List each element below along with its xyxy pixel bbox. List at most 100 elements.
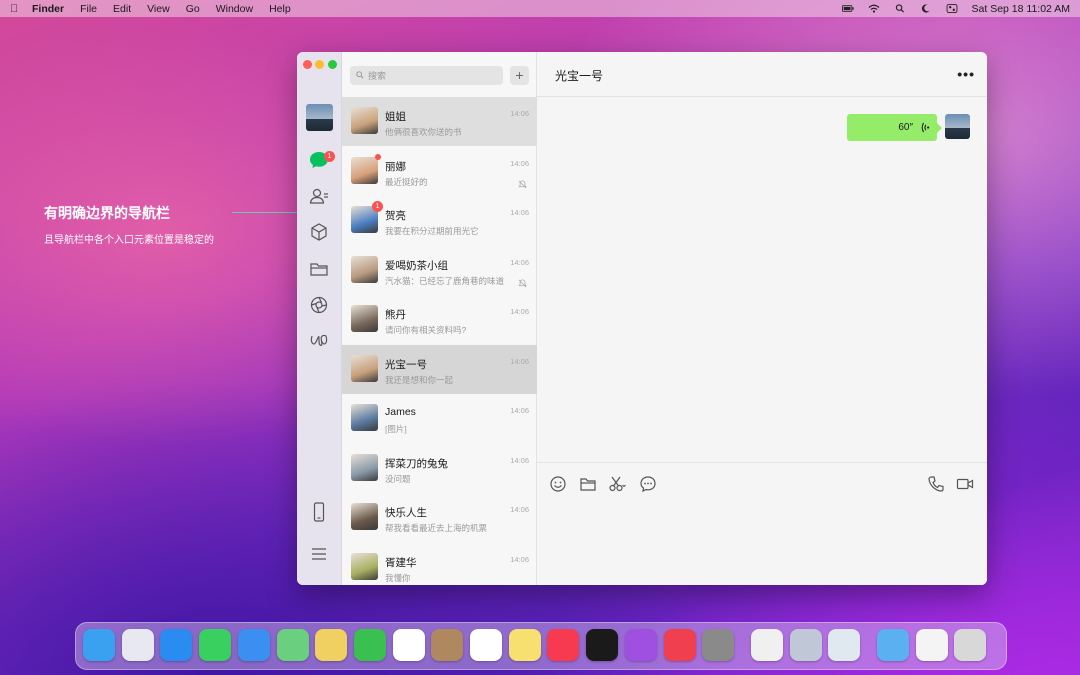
spotlight-search-icon[interactable]	[894, 4, 906, 13]
voice-message-bubble[interactable]: 60″	[847, 114, 937, 141]
facetime-icon[interactable]	[353, 629, 386, 661]
contacts-icon[interactable]	[308, 186, 330, 206]
conversation-name: 贺亮	[385, 210, 406, 222]
conversation-preview: 我懂你	[385, 572, 411, 583]
menu-clock[interactable]: Sat Sep 18 11:02 AM	[972, 3, 1070, 15]
blank-app-icon[interactable]	[828, 629, 861, 661]
chat-header: 光宝一号 •••	[537, 52, 987, 97]
add-button[interactable]: +	[510, 66, 529, 85]
menu-bar:  Finder File Edit View Go Window Help S…	[0, 0, 1080, 17]
menu-file[interactable]: File	[80, 3, 97, 15]
conversation-avatar	[351, 453, 378, 481]
conversation-time: 14:06	[510, 554, 529, 564]
close-window-button[interactable]	[303, 60, 312, 69]
chat-list: 搜索 + 姐姐 他俩很喜欢你送的书 14:06 丽娜 最近挺好的 14:06 贺亮 我要在积分…	[342, 52, 537, 585]
mini-program-icon[interactable]	[308, 331, 330, 351]
video-call-icon[interactable]	[956, 475, 974, 493]
voice-wave-icon	[921, 122, 930, 133]
photos-icon[interactable]	[315, 629, 348, 661]
textedit-icon[interactable]	[750, 629, 783, 661]
chat-history-icon[interactable]	[639, 475, 657, 493]
conversation-avatar	[351, 156, 378, 184]
conversation-item[interactable]: 丽娜 最近挺好的 14:06	[342, 147, 537, 196]
conversation-item[interactable]: 姐姐 他俩很喜欢你送的书 14:06	[342, 97, 537, 146]
launchpad-icon[interactable]	[121, 629, 154, 661]
messages-icon[interactable]	[199, 629, 232, 661]
conversation-item[interactable]: 胥建华 我懂你 14:06	[342, 543, 537, 586]
news-icon[interactable]	[663, 629, 696, 661]
conversation-avatar	[351, 107, 378, 134]
conversation-time: 14:06	[510, 505, 529, 514]
menu-window[interactable]: Window	[216, 3, 253, 15]
menu-view[interactable]: View	[147, 3, 170, 15]
aperture-icon[interactable]	[308, 295, 330, 315]
my-avatar[interactable]	[945, 114, 970, 139]
unread-badge: 1	[372, 201, 383, 212]
conversation-time: 14:06	[510, 158, 529, 168]
downloads-folder-icon[interactable]	[877, 629, 909, 661]
conversation-item[interactable]: 快乐人生 帮我看看最近去上海的机票 14:06	[342, 493, 537, 542]
mail-icon[interactable]	[237, 629, 270, 661]
voice-call-icon[interactable]	[927, 475, 945, 493]
notes-icon[interactable]	[508, 629, 541, 661]
chat-title: 光宝一号	[555, 69, 604, 83]
safari-icon[interactable]	[160, 629, 193, 661]
conversation-preview: 他俩很喜欢你送的书	[385, 127, 462, 137]
bubble-tail	[937, 123, 942, 133]
system-preferences-icon[interactable]	[702, 629, 735, 661]
conversation-preview: 没问题	[385, 473, 411, 484]
conversation-preview: 我还是想和你一起	[385, 374, 454, 385]
battery-icon[interactable]	[841, 4, 854, 13]
conversation-preview: 我要在积分过期前用光它	[385, 226, 479, 236]
conversation-name: James	[385, 406, 416, 418]
conversation-preview: 帮我看看最近去上海的机票	[385, 523, 488, 533]
document-icon[interactable]	[915, 629, 948, 661]
screenshot-scissors-icon[interactable]	[608, 475, 626, 493]
folder-icon[interactable]	[308, 259, 330, 279]
search-icon	[356, 71, 364, 79]
emoji-icon[interactable]	[549, 475, 567, 493]
menu-go[interactable]: Go	[186, 3, 200, 15]
more-button[interactable]: •••	[957, 66, 975, 82]
control-center-icon[interactable]	[946, 4, 958, 13]
music-icon[interactable]	[547, 629, 580, 661]
conversation-time: 14:06	[510, 208, 529, 217]
mute-bell-icon	[518, 176, 527, 188]
calendar-icon[interactable]	[392, 629, 425, 661]
menu-help[interactable]: Help	[269, 3, 291, 15]
conversation-name: 挥菜刀的兔兔	[385, 457, 448, 470]
contacts-app-icon[interactable]	[431, 629, 464, 661]
phone-icon[interactable]	[308, 502, 330, 522]
cube-icon[interactable]	[308, 222, 330, 242]
maps-icon[interactable]	[276, 629, 309, 661]
user-avatar[interactable]	[306, 104, 333, 131]
wechat-window: 1 搜索 + 姐姐 他俩很喜欢你送的书 14:06 丽娜 最近挺好的 14:06…	[297, 52, 987, 585]
conversation-item[interactable]: 挥菜刀的兔兔 没问题 14:06	[342, 444, 537, 493]
reminders-icon[interactable]	[470, 629, 502, 661]
conversation-item[interactable]: 熊丹 请问你有相关资料吗? 14:06	[342, 295, 537, 344]
do-not-disturb-icon[interactable]	[920, 4, 932, 13]
menu-app-name[interactable]: Finder	[32, 3, 64, 15]
apple-menu-icon[interactable]: 	[10, 3, 32, 15]
send-file-icon[interactable]	[579, 475, 597, 493]
conversation-item[interactable]: James [图片] 14:06	[342, 394, 537, 443]
apple-tv-icon[interactable]	[586, 629, 619, 661]
conversation-time: 14:06	[510, 257, 529, 267]
message-input-area[interactable]	[537, 462, 987, 585]
finder-icon[interactable]	[83, 629, 115, 661]
conversation-item[interactable]: 贺亮我要在积分过期前用光它 14:06 1	[342, 196, 537, 245]
conversation-name: 光宝一号	[385, 358, 427, 371]
trash-icon[interactable]	[954, 629, 987, 661]
podcasts-icon[interactable]	[624, 629, 657, 661]
zoom-window-button[interactable]	[328, 60, 337, 69]
unread-dot	[375, 153, 381, 160]
minimize-window-button[interactable]	[315, 60, 324, 69]
conversation-avatar	[351, 503, 378, 530]
conversation-item[interactable]: 光宝一号 我还是想和你一起 14:06	[342, 344, 537, 394]
wifi-icon[interactable]	[868, 4, 880, 13]
preview-icon[interactable]	[789, 629, 822, 661]
menu-icon[interactable]	[308, 544, 330, 564]
conversation-item[interactable]: 爱喝奶茶小组 汽水猫：已经忘了鹿角巷的味道 14:06	[342, 246, 537, 295]
search-input[interactable]: 搜索	[350, 66, 503, 85]
menu-edit[interactable]: Edit	[113, 3, 131, 15]
